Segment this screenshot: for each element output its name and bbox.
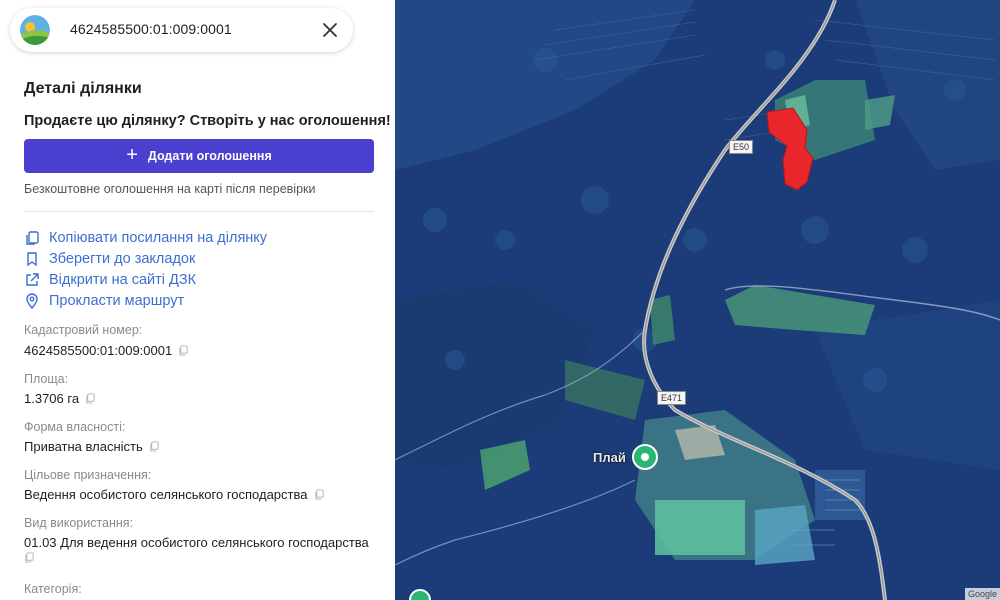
map-attribution: Google bbox=[964, 588, 1000, 600]
external-link-icon bbox=[26, 273, 39, 286]
copy-icon[interactable] bbox=[85, 393, 96, 404]
close-icon[interactable] bbox=[319, 19, 341, 41]
copy-icon[interactable] bbox=[314, 489, 325, 500]
bookmark-action[interactable]: Зберегти до закладок bbox=[24, 249, 195, 269]
place-label: Плай bbox=[593, 450, 626, 465]
road-label-e50: E50 bbox=[729, 140, 754, 154]
field-value: 4624585500:01:009:0001 bbox=[24, 343, 173, 358]
add-listing-button[interactable]: + Додати оголошення bbox=[24, 139, 374, 173]
free-listing-note: Безкоштовне оголошення на карті після пе… bbox=[24, 182, 316, 196]
field-value: 1.3706 га bbox=[24, 391, 80, 406]
action-label: Зберегти до закладок bbox=[49, 251, 196, 267]
field-value: Приватна власність bbox=[24, 439, 143, 454]
usage-value: 01.03 Для ведення особистого селянського… bbox=[24, 535, 369, 550]
field-value: Ведення особистого селянського господарс… bbox=[24, 487, 308, 502]
copy-icon[interactable] bbox=[24, 552, 35, 563]
bookmark-icon bbox=[27, 252, 37, 267]
satellite-map[interactable]: E50 E471 Плай Google bbox=[395, 0, 1000, 600]
area-label: Площа: bbox=[24, 372, 69, 386]
action-label: Прокласти маршрут bbox=[49, 293, 185, 309]
purpose-value: Ведення особистого селянського господарс… bbox=[24, 487, 325, 502]
action-label: Копіювати посилання на ділянку bbox=[49, 230, 268, 246]
details-panel: 4624585500:01:009:0001 Деталі ділянки Пр… bbox=[0, 0, 395, 600]
copy-link-action[interactable]: Копіювати посилання на ділянку bbox=[24, 228, 267, 248]
copy-icon[interactable] bbox=[178, 345, 189, 356]
cadastral-number-value: 4624585500:01:009:0001 bbox=[24, 343, 189, 358]
add-listing-label: Додати оголошення bbox=[147, 149, 272, 163]
plus-icon: + bbox=[126, 144, 138, 166]
field-value: 01.03 Для ведення особистого селянського… bbox=[24, 535, 369, 550]
ownership-value: Приватна власність bbox=[24, 439, 160, 454]
cadastral-number-label: Кадастровий номер: bbox=[24, 323, 143, 337]
ownership-label: Форма власності: bbox=[24, 420, 126, 434]
area-value: 1.3706 га bbox=[24, 391, 96, 406]
search-value[interactable]: 4624585500:01:009:0001 bbox=[70, 21, 232, 37]
location-pin-icon bbox=[26, 293, 38, 309]
logo bbox=[20, 15, 50, 45]
search-bar[interactable]: 4624585500:01:009:0001 bbox=[10, 8, 353, 52]
road-label-e471: E471 bbox=[657, 391, 687, 405]
divider bbox=[24, 211, 374, 212]
copy-icon bbox=[26, 231, 39, 245]
open-dzk-action[interactable]: Відкрити на сайті ДЗК bbox=[24, 270, 196, 290]
section-title: Деталі ділянки bbox=[24, 80, 142, 97]
route-action[interactable]: Прокласти маршрут bbox=[24, 291, 184, 311]
action-label: Відкрити на сайті ДЗК bbox=[49, 272, 197, 288]
copy-icon[interactable] bbox=[149, 441, 160, 452]
map-layer bbox=[395, 0, 1000, 600]
usage-label: Вид використання: bbox=[24, 516, 134, 530]
category-label: Категорія: bbox=[24, 582, 82, 596]
purpose-label: Цільове призначення: bbox=[24, 468, 152, 482]
promo-text: Продаєте цю ділянку? Створіть у нас огол… bbox=[24, 113, 391, 129]
